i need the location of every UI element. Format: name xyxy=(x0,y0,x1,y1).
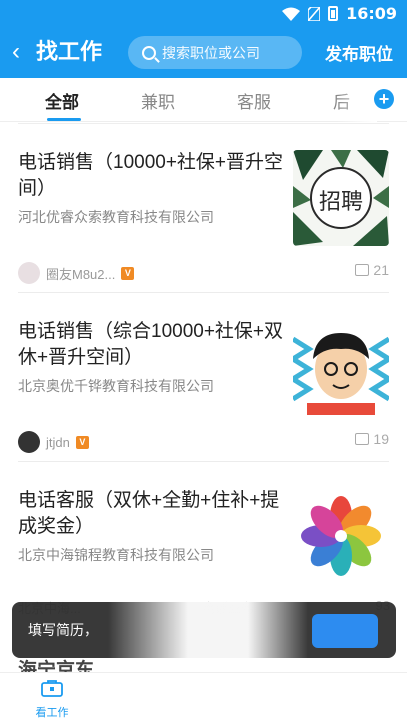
post-job-button[interactable]: 发布职位 xyxy=(325,40,393,65)
no-sim-icon xyxy=(308,6,321,21)
author-name: 圈友M8u2... xyxy=(46,266,116,282)
chevron-left-icon[interactable]: ‹ xyxy=(12,38,20,66)
search-icon xyxy=(142,45,156,60)
comment-icon xyxy=(355,433,370,445)
verified-badge-icon: V xyxy=(121,266,135,280)
tab-all[interactable]: 全部 xyxy=(45,88,79,113)
job-thumbnail: 招聘 xyxy=(293,150,389,246)
comment-count-value: 21 xyxy=(373,262,389,278)
tab-part-time[interactable]: 兼职 xyxy=(141,88,175,113)
toast-action-button[interactable] xyxy=(312,614,378,648)
nav-label: 看工作 xyxy=(35,707,69,719)
toast-text: 填写简历， xyxy=(28,622,98,638)
status-icons: 16:09 xyxy=(282,4,397,23)
battery-icon xyxy=(328,6,339,21)
author-name: jtjdn xyxy=(46,434,70,450)
thumbnail-text: 招聘 xyxy=(318,190,363,215)
job-feed: 电话销售（10000+社保+晋升空 间） 河北优睿众索教育科技有限公司 招聘 圈… xyxy=(0,123,407,631)
comment-count-value: 19 xyxy=(373,431,389,447)
job-thumbnail xyxy=(293,319,389,415)
job-company: 河北优睿众索教育科技有限公司 xyxy=(18,209,214,225)
app-header: ‹ 找工作 搜索职位或公司 发布职位 xyxy=(0,28,407,78)
wifi-icon xyxy=(282,7,301,21)
job-company: 北京奥优千铧教育科技有限公司 xyxy=(18,378,214,394)
search-input[interactable]: 搜索职位或公司 xyxy=(128,36,302,69)
briefcase-icon xyxy=(41,680,63,697)
verified-badge-icon: V xyxy=(75,435,89,449)
status-bar: 16:09 xyxy=(0,0,407,28)
nav-item-jobs[interactable]: 看工作 xyxy=(30,679,74,720)
search-placeholder: 搜索职位或公司 xyxy=(162,44,260,61)
tab-fade xyxy=(337,78,377,122)
job-title: 电话销售（综合10000+社保+双休+晋升空间） xyxy=(18,321,284,368)
job-thumbnail xyxy=(293,488,389,584)
job-author[interactable]: 圈友M8u2... V xyxy=(18,262,135,284)
job-title: 电话销售（10000+社保+晋升空 间） xyxy=(18,152,284,199)
tab-customer-service[interactable]: 客服 xyxy=(237,88,271,113)
comment-count[interactable]: 21 xyxy=(355,262,389,278)
bottom-nav: 看工作 xyxy=(0,672,407,723)
plus-icon[interactable]: + xyxy=(374,89,394,109)
job-company: 北京中海锦程教育科技有限公司 xyxy=(18,547,214,563)
page-title: 找工作 xyxy=(36,39,103,64)
comment-count[interactable]: 19 xyxy=(355,431,389,447)
avatar xyxy=(18,262,40,284)
category-tabs: 全部 兼职 客服 后 + xyxy=(0,78,407,122)
job-title: 电话客服（双休+全勤+住补+提成奖金） xyxy=(18,490,280,537)
job-author[interactable]: jtjdn V xyxy=(18,431,89,453)
comment-icon xyxy=(355,264,370,276)
blur-overlay xyxy=(108,602,308,682)
avatar xyxy=(18,431,40,453)
status-time: 16:09 xyxy=(346,4,397,23)
job-card[interactable]: 电话销售（综合10000+社保+双休+晋升空间） 北京奥优千铧教育科技有限公司 … xyxy=(18,293,389,462)
job-card[interactable]: 电话销售（10000+社保+晋升空 间） 河北优睿众索教育科技有限公司 招聘 圈… xyxy=(18,124,389,293)
active-tab-indicator xyxy=(47,118,81,121)
